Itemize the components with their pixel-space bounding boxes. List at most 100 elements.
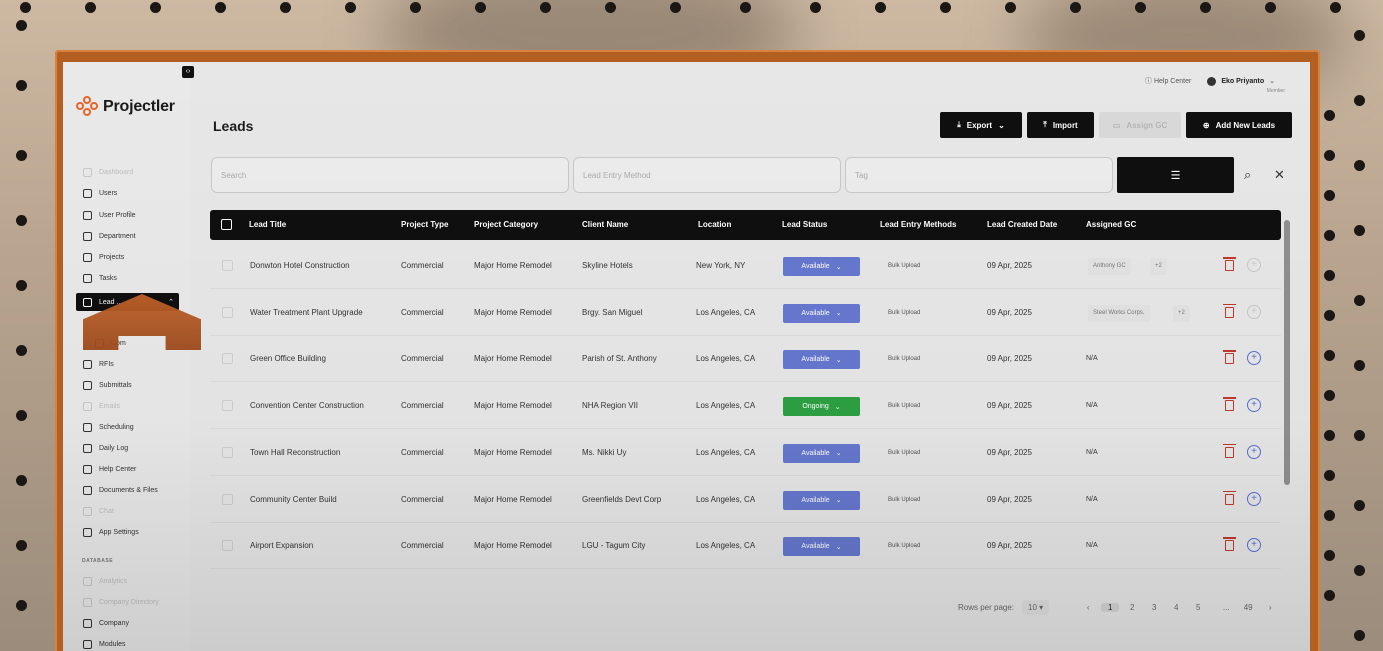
assigned-gc-more[interactable]: +2: [1150, 258, 1167, 275]
table-row[interactable]: Airport Expansion Commercial Major Home Re…: [210, 523, 1281, 570]
column-header[interactable]: Project Category: [474, 210, 538, 240]
sidebar-database-item[interactable]: Company: [83, 616, 129, 630]
sidebar-item[interactable]: User Profile: [83, 208, 136, 222]
sidebar-item[interactable]: Users: [83, 186, 117, 200]
row-checkbox[interactable]: [222, 353, 233, 365]
lead-status-select[interactable]: Available ⌄: [783, 350, 860, 370]
trash-icon[interactable]: [1223, 257, 1236, 271]
page-number-button[interactable]: 49: [1239, 603, 1257, 612]
row-checkbox[interactable]: [222, 540, 233, 552]
column-header[interactable]: Project Type: [401, 210, 448, 240]
page-number-button[interactable]: ...: [1217, 603, 1235, 612]
search-input[interactable]: Search: [211, 157, 569, 193]
sidebar-item[interactable]: Department: [83, 229, 136, 243]
add-new-leads-button[interactable]: ⊕ Add New Leads: [1186, 112, 1292, 138]
sidebar-database-item[interactable]: Company Directory: [83, 595, 159, 609]
assigned-gc-chip[interactable]: Anthony GC: [1088, 258, 1131, 275]
sidebar-database-item[interactable]: Modules: [83, 637, 125, 651]
column-header[interactable]: Lead Created Date: [987, 210, 1057, 240]
sidebar-item[interactable]: Help Center: [83, 462, 136, 476]
sidebar-item[interactable]: Documents & Files: [83, 483, 158, 497]
sidebar-item[interactable]: App Settings: [83, 525, 139, 539]
page-number-button[interactable]: 5: [1189, 603, 1207, 612]
column-header[interactable]: Location: [698, 210, 731, 240]
table-row[interactable]: Green Office Building Commercial Major Hom…: [210, 336, 1281, 383]
table-row[interactable]: Town Hall Reconstruction Commercial Major …: [210, 430, 1281, 476]
client-name-cell: LGU - Tagum City: [582, 541, 646, 551]
trash-icon[interactable]: [1223, 350, 1236, 365]
prev-page-button[interactable]: ‹: [1079, 603, 1097, 612]
column-header[interactable]: Lead Entry Methods: [880, 210, 956, 240]
table-row[interactable]: Convention Center Construction Commercial…: [210, 383, 1281, 430]
close-icon[interactable]: ✕: [1274, 167, 1285, 183]
lead-status-select[interactable]: Available ⌄: [783, 303, 860, 323]
add-gc-icon[interactable]: +: [1247, 444, 1261, 459]
column-header[interactable]: Assigned GC: [1086, 210, 1136, 240]
sidebar-item[interactable]: RFIs: [83, 357, 114, 371]
user-menu[interactable]: Eko Priyanto ⌄: [1207, 76, 1275, 86]
table-scrollbar[interactable]: [1284, 220, 1290, 485]
sidebar-item[interactable]: Dashboard: [83, 165, 133, 179]
plus-circle-icon: ⊕: [1202, 120, 1210, 130]
select-all-checkbox[interactable]: [221, 219, 232, 230]
row-checkbox[interactable]: [222, 306, 233, 318]
sidebar-item[interactable]: Submittals: [83, 378, 132, 392]
sidebar-item[interactable]: Tasks: [83, 271, 117, 285]
search-icon[interactable]: ⌕: [1244, 167, 1251, 183]
trash-icon[interactable]: [1223, 537, 1236, 552]
trash-icon[interactable]: [1223, 443, 1236, 458]
trash-icon[interactable]: [1223, 397, 1236, 412]
add-gc-icon[interactable]: +: [1247, 258, 1261, 272]
add-gc-icon[interactable]: +: [1247, 398, 1261, 413]
collapse-sidebar-button[interactable]: ‹›: [182, 66, 194, 78]
page-number-button[interactable]: 4: [1167, 603, 1185, 612]
help-center-link[interactable]: ⓘ Help Center: [1145, 76, 1191, 86]
assigned-gc-chip[interactable]: Steel Works Corps.: [1088, 304, 1150, 322]
column-header[interactable]: Lead Title: [249, 210, 286, 240]
table-row[interactable]: Water Treatment Plant Upgrade Commercial M…: [210, 290, 1281, 336]
table-row[interactable]: Community Center Build Commercial Major Ho…: [210, 477, 1281, 523]
sidebar-item[interactable]: Chat: [83, 504, 114, 518]
page-number-button[interactable]: 1: [1101, 603, 1120, 612]
lead-status-select[interactable]: Available ⌄: [783, 537, 860, 557]
lead-status-select[interactable]: Available ⌄: [783, 257, 860, 276]
column-header[interactable]: Client Name: [582, 210, 628, 240]
sidebar-item[interactable]: Projects: [83, 250, 124, 264]
add-gc-icon[interactable]: +: [1247, 491, 1261, 506]
lead-status-select[interactable]: Available ⌄: [783, 490, 860, 510]
export-button[interactable]: ⤓ Export ⌄: [940, 112, 1022, 138]
row-checkbox[interactable]: [222, 260, 233, 271]
lead-status-select[interactable]: Ongoing ⌄: [783, 397, 860, 417]
row-checkbox[interactable]: [222, 446, 233, 458]
location-cell: Los Angeles, CA: [696, 447, 756, 457]
filter-settings-button[interactable]: ☰: [1117, 157, 1234, 193]
project-type-cell: Commercial: [401, 401, 444, 411]
import-button[interactable]: ⤒ Import: [1027, 112, 1094, 138]
sidebar-item[interactable]: Daily Log: [83, 441, 128, 455]
daily-log-icon: [83, 443, 92, 453]
add-gc-icon[interactable]: +: [1247, 304, 1261, 319]
column-header[interactable]: Lead Status: [782, 210, 827, 240]
assigned-gc-more[interactable]: +2: [1173, 304, 1190, 322]
sidebar-database-item[interactable]: Analytics: [83, 574, 127, 588]
row-checkbox[interactable]: [222, 400, 233, 412]
tag-select[interactable]: Tag: [845, 157, 1113, 193]
assign-gc-button[interactable]: ▭ Assign GC: [1099, 112, 1181, 138]
row-checkbox[interactable]: [222, 493, 233, 505]
sidebar-item[interactable]: Emails: [83, 399, 120, 413]
trash-icon[interactable]: [1223, 490, 1236, 505]
lead-status-select[interactable]: Available ⌄: [783, 443, 860, 463]
app-name: Projectler: [103, 98, 175, 115]
add-gc-icon[interactable]: +: [1247, 351, 1261, 366]
sidebar-item-label: User Profile: [99, 211, 136, 219]
app-logo[interactable]: Projectler: [76, 96, 175, 118]
page-number-button[interactable]: 2: [1123, 603, 1141, 612]
lead-entry-method-select[interactable]: Lead Entry Method: [573, 157, 841, 193]
trash-icon[interactable]: [1223, 303, 1236, 318]
table-row[interactable]: Donwton Hotel Construction Commercial Majo…: [210, 243, 1281, 289]
rows-per-page-select[interactable]: 10 ▾: [1022, 600, 1050, 615]
page-number-button[interactable]: 3: [1145, 603, 1163, 612]
add-gc-icon[interactable]: +: [1247, 538, 1261, 553]
next-page-button[interactable]: ›: [1261, 603, 1279, 612]
sidebar-item[interactable]: Scheduling: [83, 420, 134, 434]
